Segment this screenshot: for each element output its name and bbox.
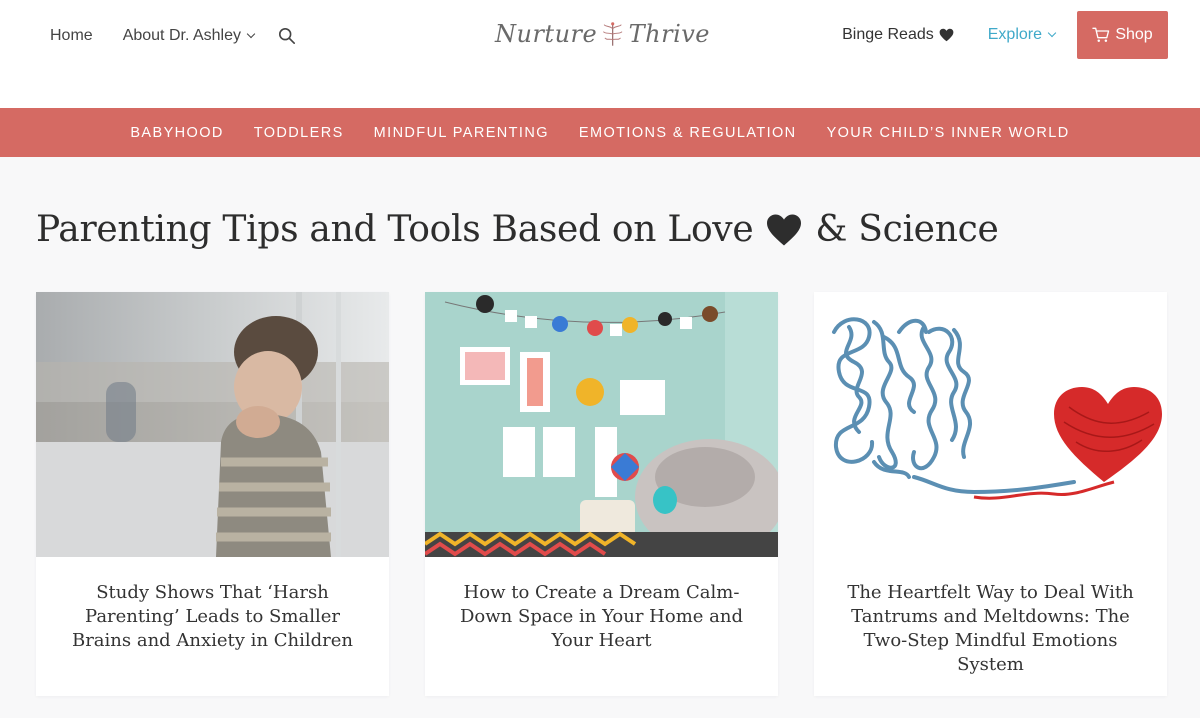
article-card[interactable]: How to Create a Dream Calm-Down Space in… — [425, 292, 778, 696]
category-inner-world[interactable]: YOUR CHILD’S INNER WORLD — [827, 125, 1070, 141]
site-header: Home About Dr. Ashley Nurture Thrive Bin… — [0, 0, 1200, 108]
primary-nav-right: Binge Reads Explore Shop — [842, 11, 1168, 59]
article-card[interactable]: Study Shows That ‘Harsh Parenting’ Leads… — [36, 292, 389, 696]
category-emotions-regulation[interactable]: EMOTIONS & REGULATION — [579, 125, 797, 141]
nav-about-link[interactable]: About Dr. Ashley — [122, 27, 256, 45]
explore-menu[interactable]: Explore — [987, 26, 1057, 44]
heart-icon — [767, 214, 802, 245]
article-card[interactable]: The Heartfelt Way to Deal With Tantrums … — [814, 292, 1167, 696]
article-image-brain-heart[interactable] — [814, 292, 1167, 557]
binge-reads-label: Binge Reads — [842, 26, 934, 43]
article-title[interactable]: How to Create a Dream Calm-Down Space in… — [425, 557, 778, 653]
page-title-part-2: & Science — [815, 209, 999, 250]
logo-word-nurture: Nurture — [495, 20, 598, 48]
category-mindful-parenting[interactable]: MINDFUL PARENTING — [374, 125, 549, 141]
primary-nav-left: Home About Dr. Ashley — [50, 24, 296, 48]
nav-home-label: Home — [50, 27, 93, 44]
binge-reads-link[interactable]: Binge Reads — [842, 26, 954, 44]
search-icon[interactable] — [278, 27, 296, 45]
article-image-calm-down-space[interactable] — [425, 292, 778, 557]
chevron-down-icon — [1047, 28, 1057, 38]
site-logo[interactable]: Nurture Thrive — [495, 12, 710, 56]
page-title-part-1: Parenting Tips and Tools Based on Love — [36, 209, 754, 250]
category-toddlers[interactable]: TODDLERS — [254, 125, 344, 141]
shop-label: Shop — [1115, 26, 1153, 43]
explore-label: Explore — [987, 26, 1042, 43]
category-nav: BABYHOOD TODDLERS MINDFUL PARENTING EMOT… — [0, 108, 1200, 157]
logo-word-thrive: Thrive — [628, 20, 710, 48]
nav-about-label: About Dr. Ashley — [122, 27, 241, 44]
nav-home-link[interactable]: Home — [50, 27, 93, 45]
category-babyhood[interactable]: BABYHOOD — [130, 125, 223, 141]
page-title: Parenting Tips and Tools Based on Love &… — [36, 209, 999, 250]
article-image-toddler[interactable] — [36, 292, 389, 557]
chevron-down-icon — [246, 29, 256, 39]
shop-button[interactable]: Shop — [1077, 11, 1168, 59]
sprig-icon — [603, 22, 623, 46]
heart-icon — [939, 28, 954, 42]
article-title[interactable]: Study Shows That ‘Harsh Parenting’ Leads… — [36, 557, 389, 653]
cart-icon — [1092, 27, 1110, 43]
article-title[interactable]: The Heartfelt Way to Deal With Tantrums … — [814, 557, 1167, 677]
